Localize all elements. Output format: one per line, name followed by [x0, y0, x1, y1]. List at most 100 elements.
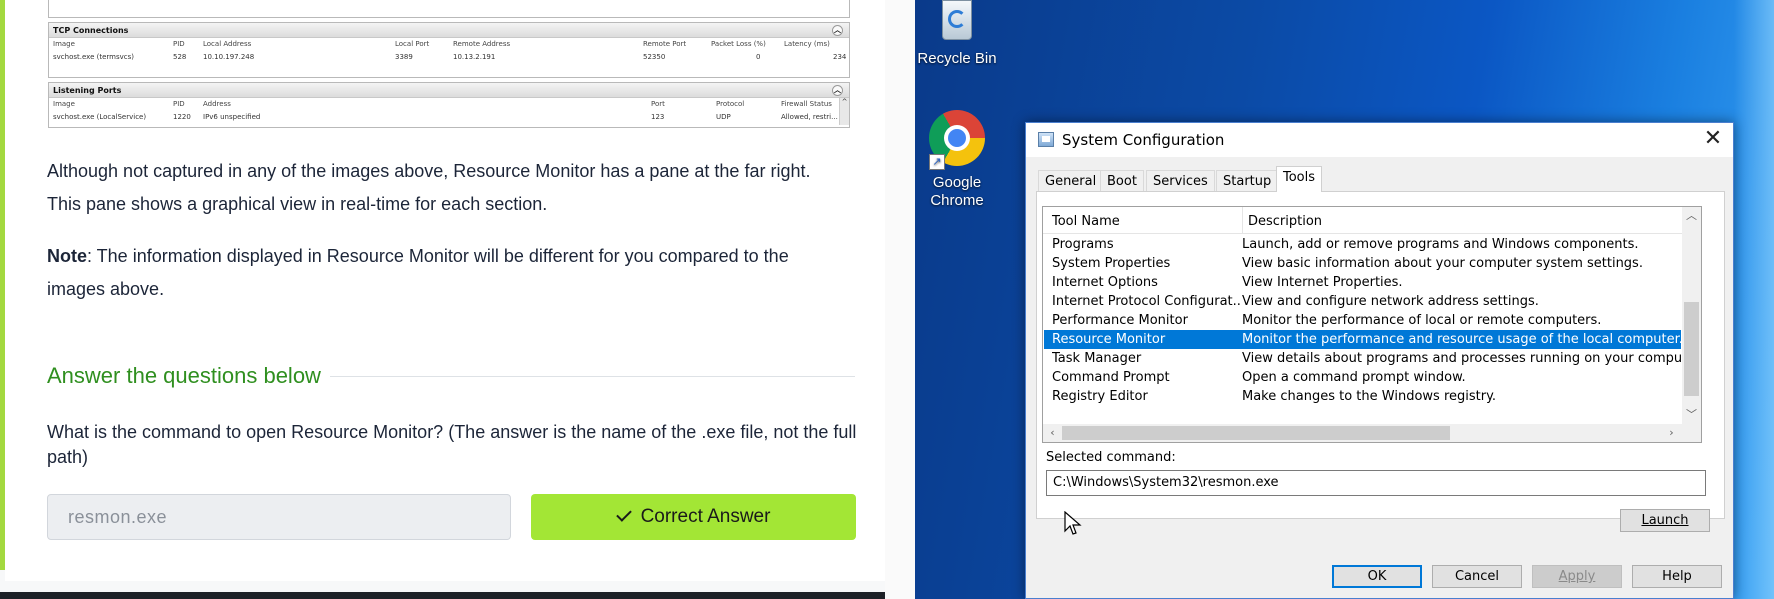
tool-row-ip-configuration[interactable]: Internet Protocol Configurat... View and… — [1044, 292, 1681, 311]
tool-name: Programs — [1052, 237, 1114, 252]
vertical-scrollbar[interactable]: ︿ ﹀ — [1682, 207, 1701, 424]
cancel-button[interactable]: Cancel — [1432, 565, 1522, 588]
cell-remote-port: 52350 — [643, 53, 666, 61]
scroll-up-icon[interactable]: ︿ — [1682, 207, 1701, 225]
tab-boot[interactable]: Boot — [1100, 170, 1144, 191]
help-button[interactable]: Help — [1632, 565, 1722, 588]
tool-description: View Internet Properties. — [1242, 275, 1403, 290]
col-image: Image — [53, 100, 75, 108]
tcp-connections-title: TCP Connections — [53, 26, 129, 35]
correct-answer-button[interactable]: Correct Answer — [531, 494, 856, 540]
tool-name: Internet Protocol Configurat... — [1052, 294, 1242, 309]
tool-name: Performance Monitor — [1052, 313, 1188, 328]
cell-firewall-status: Allowed, restri... — [781, 113, 838, 121]
cell-address: IPv6 unspecified — [203, 113, 261, 121]
paragraph-line-1: Although not captured in any of the imag… — [47, 161, 811, 181]
tab-tools[interactable]: Tools — [1276, 166, 1323, 192]
column-tool-name[interactable]: Tool Name — [1052, 214, 1120, 229]
tool-description: Open a command prompt window. — [1242, 370, 1466, 385]
horizontal-scrollbar[interactable]: ‹ › — [1043, 424, 1701, 442]
scroll-down-icon[interactable]: ﹀ — [1682, 406, 1701, 424]
tab-services[interactable]: Services — [1146, 170, 1215, 191]
launch-button[interactable]: Launch — [1620, 509, 1710, 532]
cell-pid: 1220 — [173, 113, 191, 121]
col-latency: Latency (ms) — [784, 40, 830, 48]
col-port: Port — [651, 100, 665, 108]
tool-description: Make changes to the Windows registry. — [1242, 389, 1497, 404]
collapse-chevron-icon: ︿ — [832, 85, 843, 96]
listening-ports-header: Listening Ports ︿ — [49, 83, 849, 98]
tool-row-programs[interactable]: Programs Launch, add or remove programs … — [1044, 235, 1681, 254]
tcp-columns: Image PID Local Address Local Port Remot… — [49, 38, 849, 51]
dialog-title: System Configuration — [1062, 131, 1225, 149]
horizontal-scroll-thumb[interactable] — [1062, 426, 1450, 440]
tool-name: System Properties — [1052, 256, 1171, 271]
cell-port: 123 — [651, 113, 665, 121]
correct-answer-label: Correct Answer — [640, 506, 771, 527]
tool-row-internet-options[interactable]: Internet Options View Internet Propertie… — [1044, 273, 1681, 292]
tools-list[interactable]: Tool Name Description Programs Launch, a… — [1042, 206, 1702, 443]
tool-row-command-prompt[interactable]: Command Prompt Open a command prompt win… — [1044, 368, 1681, 387]
ok-button[interactable]: OK — [1332, 565, 1422, 588]
cell-latency: 234 — [833, 53, 847, 61]
dialog-titlebar[interactable]: System Configuration ✕ — [1026, 123, 1733, 157]
tool-description: View basic information about your comput… — [1242, 256, 1643, 271]
listening-columns: Image PID Address Port Protocol Firewall… — [49, 98, 849, 111]
tool-row-registry-editor[interactable]: Registry Editor Make changes to the Wind… — [1044, 387, 1681, 406]
tool-description: View and configure network address setti… — [1242, 294, 1539, 309]
tool-row-resource-monitor[interactable]: Resource Monitor Monitor the performance… — [1044, 330, 1683, 349]
tool-name: Command Prompt — [1052, 370, 1170, 385]
tab-general[interactable]: General — [1038, 170, 1104, 191]
col-protocol: Protocol — [716, 100, 745, 108]
scroll-left-icon[interactable]: ‹ — [1043, 424, 1062, 442]
listening-row: svchost.exe (LocalService) 1220 IPv6 uns… — [49, 111, 849, 124]
tab-startup[interactable]: Startup — [1216, 170, 1279, 191]
msconfig-icon — [1038, 132, 1054, 147]
tool-description: Monitor the performance and resource usa… — [1242, 332, 1683, 347]
cell-image: svchost.exe (LocalService) — [53, 113, 147, 121]
tool-name: Registry Editor — [1052, 389, 1148, 404]
chrome-icon: ↗ — [929, 110, 985, 170]
shortcut-arrow-icon: ↗ — [929, 154, 945, 170]
column-description[interactable]: Description — [1248, 214, 1322, 229]
apply-label: Apply — [1558, 569, 1596, 584]
chrome-label-line-2: Chrome — [930, 192, 984, 209]
column-separator[interactable] — [1242, 207, 1243, 234]
tcp-connections-section: TCP Connections ︿ Image PID Local Addres… — [48, 22, 850, 78]
cell-pid: 528 — [173, 53, 187, 61]
cell-image: svchost.exe (termsvcs) — [53, 53, 134, 61]
task-card: TCP Connections ︿ Image PID Local Addres… — [5, 0, 885, 581]
tool-row-task-manager[interactable]: Task Manager View details about programs… — [1044, 349, 1701, 368]
col-remote-port: Remote Port — [643, 40, 687, 48]
answer-input[interactable]: resmon.exe — [47, 494, 511, 540]
tool-description: View details about programs and processe… — [1242, 351, 1702, 366]
split-gap — [885, 0, 915, 599]
windows-desktop: Recycle Bin ↗ Google Chrome System Confi… — [915, 0, 1774, 599]
recycle-bin-label: Recycle Bin — [917, 50, 997, 67]
col-image: Image — [53, 40, 75, 48]
note-line-2: images above. — [47, 279, 165, 299]
paragraph-line-2: This pane shows a graphical view in real… — [47, 194, 548, 214]
tool-row-performance-monitor[interactable]: Performance Monitor Monitor the performa… — [1044, 311, 1681, 330]
note-line-1: : The information displayed in Resource … — [87, 246, 789, 266]
chrome-shortcut[interactable]: ↗ Google Chrome — [915, 110, 1007, 210]
tool-description: Monitor the performance of local or remo… — [1242, 313, 1602, 328]
vertical-scroll-thumb[interactable] — [1684, 302, 1699, 396]
recycle-bin-shortcut[interactable]: Recycle Bin — [915, 0, 1007, 68]
col-firewall-status: Firewall Status — [781, 100, 832, 108]
check-icon — [615, 506, 632, 522]
list-header: Tool Name Description — [1043, 207, 1683, 234]
cell-local-address: 10.10.197.248 — [203, 53, 255, 61]
selected-command-field[interactable]: C:\Windows\System32\resmon.exe — [1046, 470, 1706, 496]
tutorial-pane: TCP Connections ︿ Image PID Local Addres… — [0, 0, 885, 599]
tool-row-system-properties[interactable]: System Properties View basic information… — [1044, 254, 1681, 273]
task-accent-bar — [0, 0, 5, 570]
cell-remote-address: 10.13.2.191 — [453, 53, 496, 61]
cell-protocol: UDP — [716, 113, 731, 121]
launch-label: Launch — [1641, 513, 1689, 528]
mouse-pointer-icon — [1064, 511, 1082, 535]
scroll-right-icon[interactable]: › — [1662, 424, 1681, 442]
close-icon[interactable]: ✕ — [1693, 123, 1733, 157]
apply-button[interactable]: Apply — [1532, 565, 1622, 588]
selected-command-label: Selected command: — [1046, 450, 1176, 465]
